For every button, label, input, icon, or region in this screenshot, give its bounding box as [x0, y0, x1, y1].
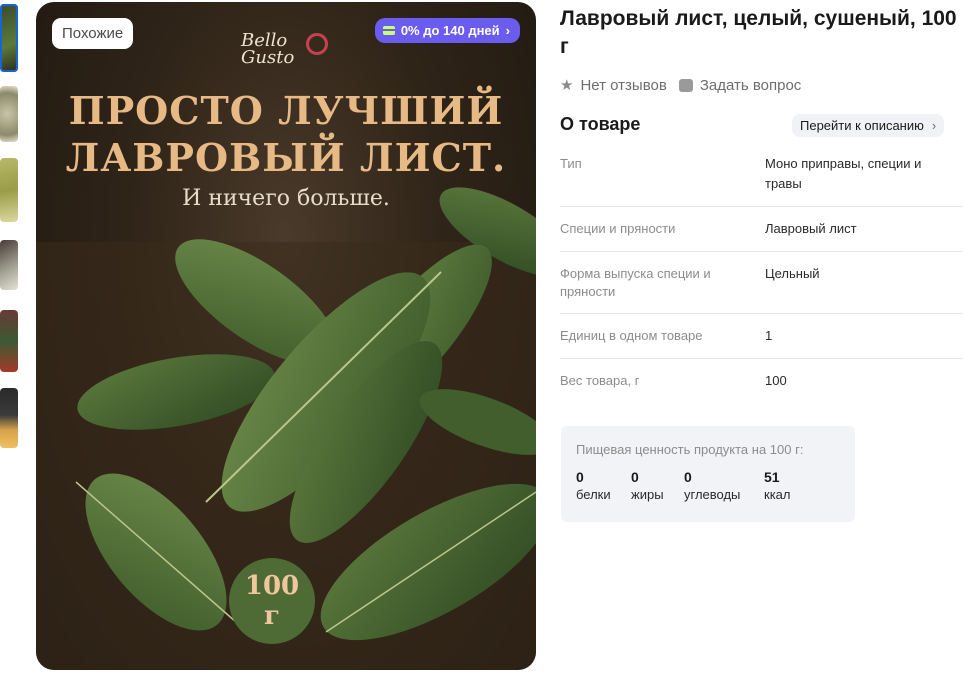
spec-value: Цельный	[765, 266, 820, 281]
spec-value: 1	[765, 328, 773, 343]
brand-logo: Bello Gusto	[241, 30, 295, 68]
installment-badge[interactable]: 0% до 140 дней ›	[374, 18, 520, 43]
spec-row: Вес товара, г 100	[560, 359, 962, 403]
ask-question-link[interactable]: Задать вопрос	[678, 77, 801, 94]
headline-line-2: ЛАВРОВЫЙ ЛИСТ.	[65, 135, 507, 180]
reviews-link[interactable]: ★ Нет отзывов	[560, 76, 667, 95]
nutrition-protein: 0 белки	[576, 469, 611, 502]
tagline: И ничего больше.	[182, 186, 390, 211]
chevron-right-icon: ›	[505, 23, 510, 38]
thumbnail-1[interactable]	[0, 4, 18, 72]
spec-table: Тип Моно приправы, специи и травы Специи…	[560, 145, 962, 403]
headline-line-1: ПРОСТО ЛУЧШИЙ	[68, 88, 504, 133]
thumbnail-3[interactable]	[0, 158, 18, 222]
go-to-description-button[interactable]: Перейти к описанию ›	[792, 114, 945, 137]
nutrition-fat: 0 жиры	[631, 469, 664, 502]
spec-row: Единиц в одном товаре 1	[560, 314, 962, 359]
thumbnail-5[interactable]	[0, 310, 18, 372]
thumbnail-4[interactable]	[0, 240, 18, 290]
product-main-image[interactable]: Похожие 0% до 140 дней › Bello Gusto ПРО…	[36, 2, 536, 670]
chevron-right-icon: ›	[931, 118, 937, 133]
thumbnail-6[interactable]	[0, 388, 18, 448]
spec-row: Специи и пряности Лавровый лист	[560, 207, 962, 252]
brand-logo-mark-icon	[306, 33, 328, 55]
spec-key: Вес товара, г	[560, 373, 640, 388]
spec-row: Тип Моно приправы, специи и травы	[560, 145, 962, 207]
spec-value: Лавровый лист	[765, 221, 857, 236]
question-bubble-icon	[678, 78, 693, 92]
spec-value: Моно приправы, специи и травы	[765, 156, 922, 191]
spec-key: Единиц в одном товаре	[560, 328, 703, 343]
nutrition-carbs: 0 углеводы	[684, 469, 741, 502]
product-title: Лавровый лист, целый, сушеный, 100 г	[560, 7, 957, 58]
nutrition-kcal: 51 ккал	[764, 469, 791, 502]
installment-label: 0% до 140 дней	[400, 23, 500, 38]
spec-key: Тип	[560, 156, 582, 171]
spec-value: 100	[765, 373, 787, 388]
spec-key: Форма выпуска специи и пряности	[560, 266, 711, 299]
spec-key: Специи и пряности	[560, 221, 676, 236]
nutrition-panel: Пищевая ценность продукта на 100 г: 0 бе…	[561, 426, 855, 522]
about-section-title: О товаре	[560, 114, 641, 134]
similar-products-button[interactable]: Похожие	[52, 18, 134, 49]
card-icon	[382, 26, 395, 35]
weight-badge: 100 г	[229, 558, 315, 644]
thumbnail-strip	[0, 0, 22, 692]
thumbnail-2[interactable]	[0, 86, 18, 142]
product-meta: ★ Нет отзывов Задать вопрос	[560, 76, 801, 95]
star-icon: ★	[560, 77, 574, 94]
nutrition-caption: Пищевая ценность продукта на 100 г:	[576, 442, 804, 457]
spec-row: Форма выпуска специи и пряности Цельный	[560, 252, 962, 314]
